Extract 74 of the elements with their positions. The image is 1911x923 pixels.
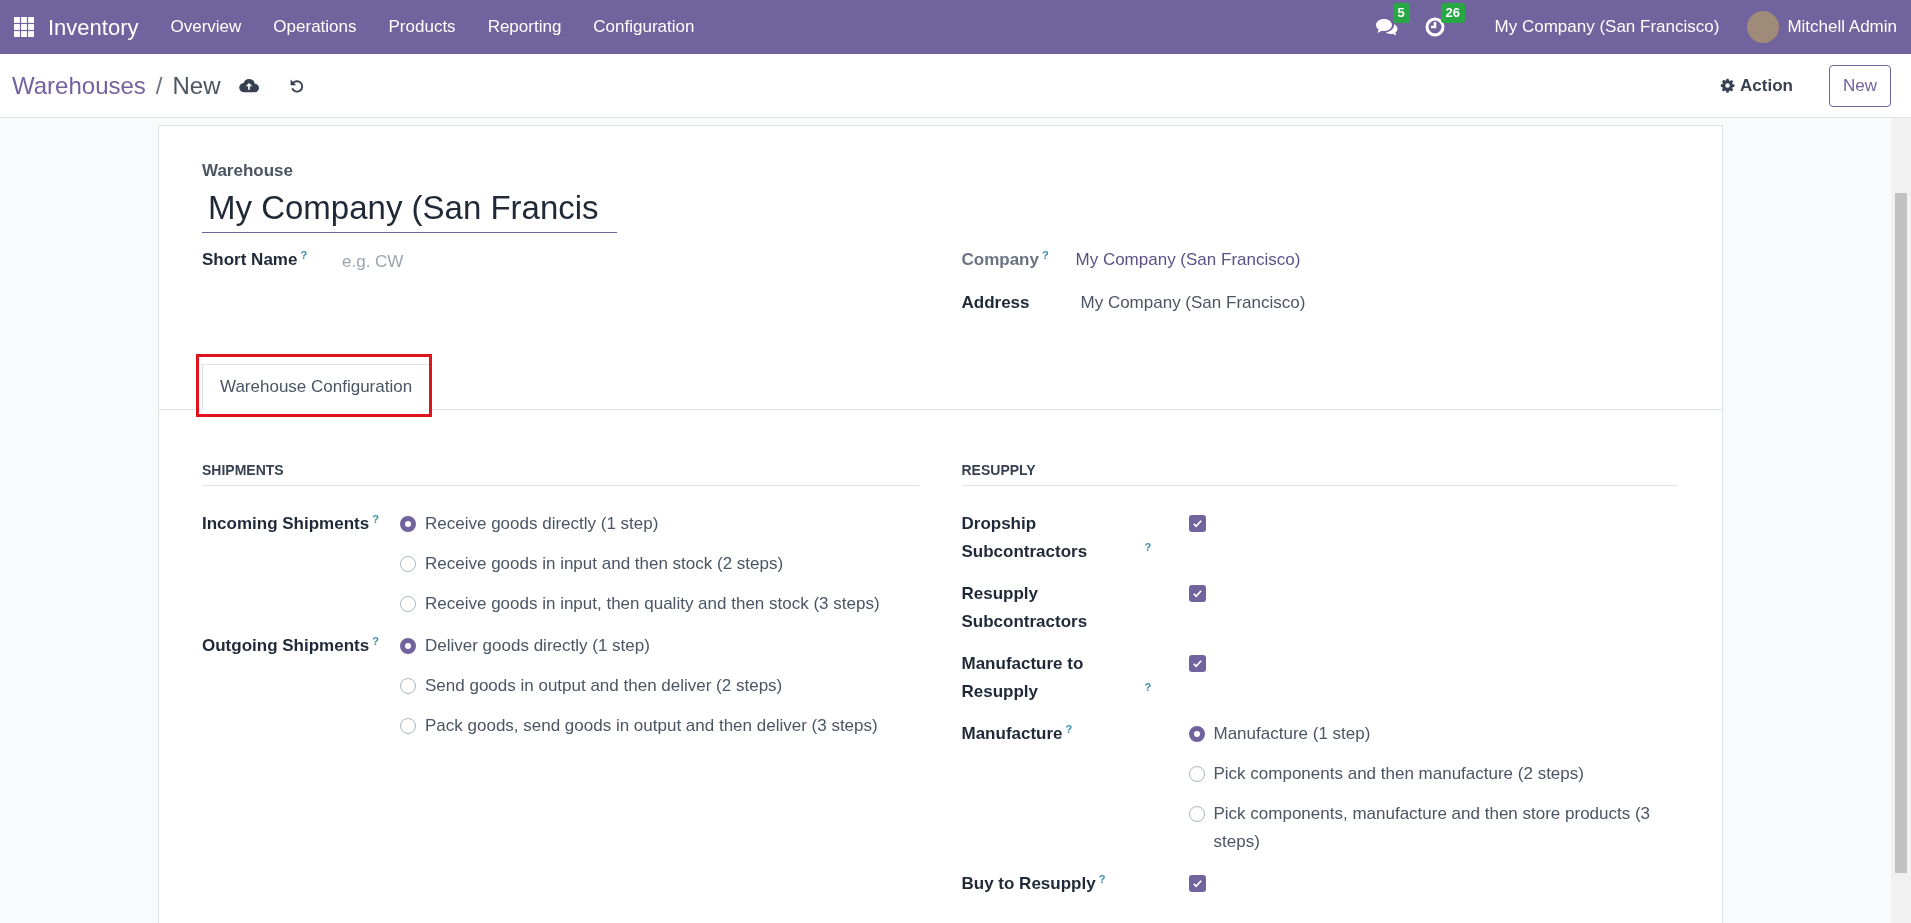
checkbox[interactable] bbox=[1188, 514, 1206, 532]
cloud-upload-icon[interactable] bbox=[238, 78, 259, 93]
radio-button[interactable] bbox=[400, 677, 416, 694]
message-count-badge: 5 bbox=[1392, 3, 1410, 23]
activity-count-badge: 26 bbox=[1440, 3, 1465, 23]
company-switcher[interactable]: My Company (San Francisco) bbox=[1494, 14, 1720, 40]
field-label: Short Name bbox=[202, 249, 298, 269]
field-label: Dropship Subcontractors bbox=[961, 512, 1089, 563]
gear-icon bbox=[1720, 78, 1736, 93]
option-label: Pack goods, send goods in output and then deliver (3 steps) bbox=[425, 714, 878, 737]
radio-button[interactable] bbox=[1188, 805, 1205, 822]
new-button[interactable]: New bbox=[1829, 64, 1891, 107]
menu-item[interactable]: Overview bbox=[154, 14, 258, 40]
section-heading: SHIPMENTS bbox=[202, 459, 919, 486]
scrollbar[interactable] bbox=[1891, 118, 1911, 923]
option-label: Manufacture (1 step) bbox=[1213, 722, 1371, 745]
short-name-input[interactable]: e.g. CW bbox=[342, 246, 642, 274]
breadcrumb-separator: / bbox=[155, 70, 163, 101]
menu-item[interactable]: Configuration bbox=[577, 14, 711, 40]
help-tooltip-icon[interactable]: ? bbox=[372, 513, 379, 525]
field-label: Buy to Resupply bbox=[961, 872, 1096, 895]
checkmark-icon bbox=[1191, 657, 1203, 669]
option-label: Receive goods directly (1 step) bbox=[425, 512, 659, 535]
user-menu[interactable]: Mitchell Admin bbox=[1787, 14, 1897, 40]
menu-item[interactable]: Reporting bbox=[471, 14, 578, 40]
action-button[interactable]: Action bbox=[1720, 72, 1793, 99]
breadcrumb-current: New bbox=[172, 70, 221, 101]
checkmark-icon bbox=[1191, 517, 1203, 529]
radio-button[interactable] bbox=[1188, 725, 1205, 742]
company-field[interactable]: My Company (San Francisco) bbox=[1075, 246, 1301, 272]
help-tooltip-icon[interactable]: ? bbox=[1144, 541, 1152, 553]
clock-icon[interactable] bbox=[1424, 17, 1445, 37]
field-label: Manufacture bbox=[961, 722, 1063, 745]
help-tooltip-icon[interactable]: ? bbox=[1144, 681, 1152, 693]
field-label: Manufacture to Resupply bbox=[961, 652, 1085, 703]
field-label: Incoming Shipments bbox=[202, 512, 370, 535]
help-tooltip-icon[interactable]: ? bbox=[372, 635, 379, 647]
chat-icon[interactable] bbox=[1374, 17, 1399, 37]
option-label: Receive goods in input and then stock (2 steps) bbox=[425, 552, 784, 575]
radio-button[interactable] bbox=[400, 555, 416, 572]
tab[interactable]: Warehouse Configuration bbox=[202, 363, 431, 410]
help-tooltip-icon[interactable]: ? bbox=[1041, 249, 1049, 261]
checkbox[interactable] bbox=[1188, 584, 1206, 602]
radio-button[interactable] bbox=[400, 595, 416, 612]
option-label: Receive goods in input, then quality and then stock (3 steps) bbox=[425, 592, 880, 615]
option-label: Pick components, manufacture and then store products (3 steps) bbox=[1213, 802, 1652, 853]
undo-icon[interactable] bbox=[288, 77, 305, 94]
field-label: Company bbox=[961, 249, 1039, 269]
radio-button[interactable] bbox=[400, 717, 416, 734]
section-heading: RESUPPLY bbox=[961, 459, 1678, 486]
address-field[interactable]: My Company (San Francisco) bbox=[1080, 290, 1306, 316]
help-tooltip-icon[interactable]: ? bbox=[1098, 873, 1106, 885]
field-label: Resupply Subcontractors bbox=[961, 582, 1089, 633]
radio-button[interactable] bbox=[1188, 765, 1205, 782]
apps-menu-icon[interactable] bbox=[14, 17, 34, 37]
menu-item[interactable]: Products bbox=[372, 14, 472, 40]
field-label: Outgoing Shipments bbox=[202, 634, 370, 657]
field-label: Address bbox=[961, 292, 1031, 314]
radio-button[interactable] bbox=[400, 637, 416, 654]
option-label: Pick components and then manufacture (2 steps) bbox=[1213, 762, 1584, 785]
option-label: Send goods in output and then deliver (2 steps) bbox=[425, 674, 783, 697]
help-tooltip-icon[interactable]: ? bbox=[300, 249, 308, 261]
option-label: Deliver goods directly (1 step) bbox=[425, 634, 650, 657]
help-tooltip-icon[interactable]: ? bbox=[1065, 723, 1073, 735]
breadcrumb-link[interactable]: Warehouses bbox=[12, 67, 146, 104]
app-title[interactable]: Inventory bbox=[48, 10, 139, 44]
field-label: Warehouse bbox=[202, 160, 294, 182]
checkmark-icon bbox=[1191, 877, 1203, 889]
menu-item[interactable]: Operations bbox=[257, 14, 373, 40]
name-input[interactable]: My Company (San Francis bbox=[202, 183, 617, 233]
checkbox[interactable] bbox=[1188, 654, 1206, 672]
checkbox[interactable] bbox=[1188, 874, 1206, 892]
checkmark-icon bbox=[1191, 587, 1203, 599]
radio-button[interactable] bbox=[400, 515, 416, 532]
